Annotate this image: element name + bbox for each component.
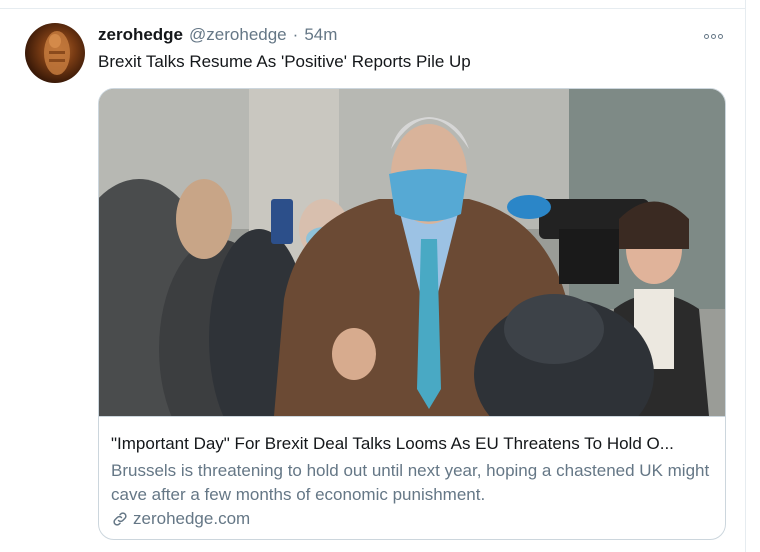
timestamp[interactable]: 54m: [304, 25, 337, 45]
author-handle[interactable]: @zerohedge: [189, 25, 287, 45]
divider: [99, 416, 725, 417]
tweet-header: zerohedge @zerohedge · 54m: [98, 25, 337, 47]
tweet[interactable]: zerohedge @zerohedge · 54m Brexit Talks …: [0, 0, 760, 552]
card-domain-text: zerohedge.com: [133, 509, 251, 528]
link-icon: [111, 510, 129, 528]
author-name[interactable]: zerohedge: [98, 25, 183, 45]
card-description: Brussels is threatening to hold out unti…: [111, 461, 710, 504]
card-title[interactable]: "Important Day" For Brexit Deal Talks Lo…: [111, 434, 715, 454]
link-card[interactable]: "Important Day" For Brexit Deal Talks Lo…: [98, 88, 726, 540]
card-image[interactable]: [99, 89, 725, 416]
separator: ·: [292, 25, 299, 44]
more-horizontal-icon[interactable]: [700, 28, 726, 44]
divider: [745, 0, 746, 552]
divider: [0, 8, 746, 9]
avatar[interactable]: [25, 23, 85, 83]
card-domain[interactable]: zerohedge.com: [111, 509, 250, 529]
tweet-text: Brexit Talks Resume As 'Positive' Report…: [98, 52, 471, 71]
